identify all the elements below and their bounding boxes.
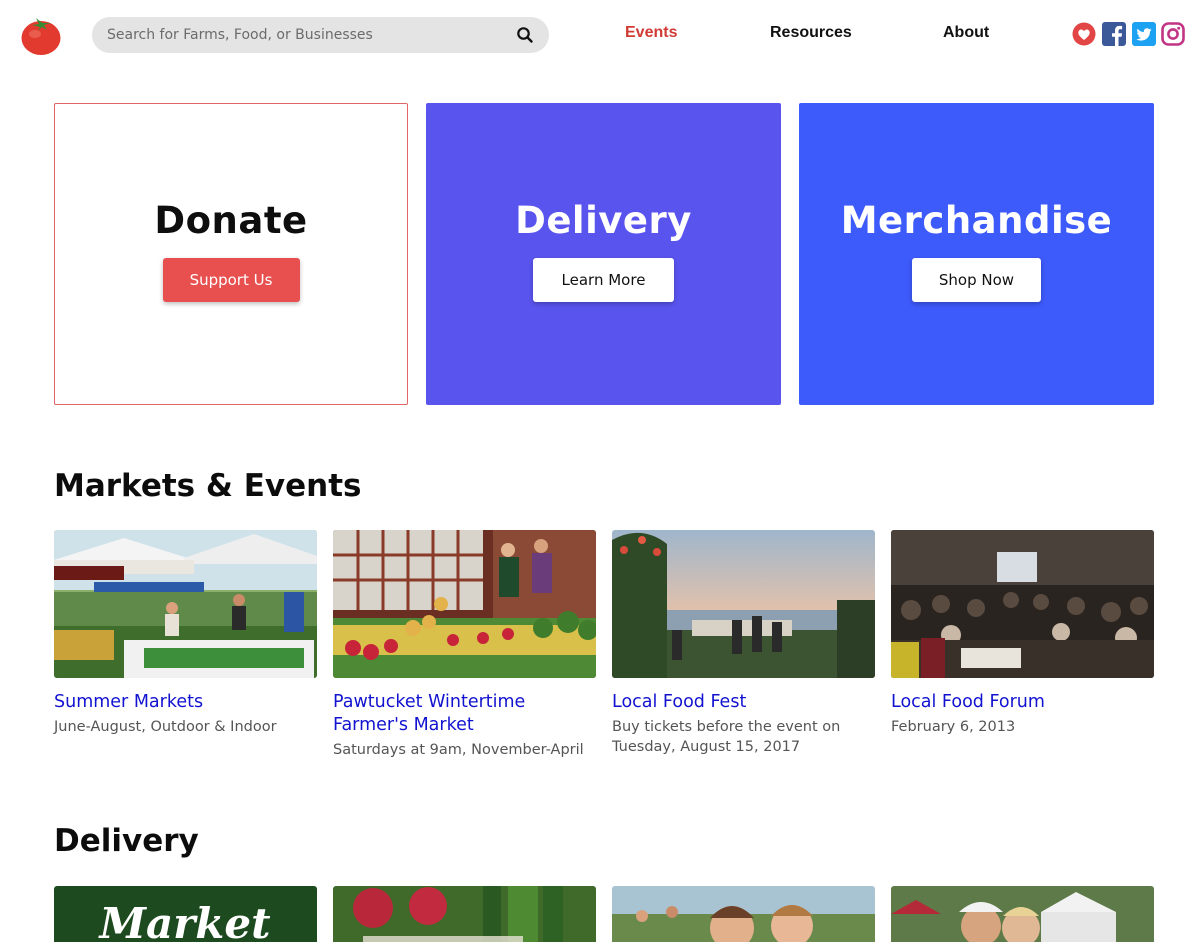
merchandise-title: Merchandise [840,198,1113,242]
event-card-pawtucket: Pawtucket Wintertime Farmer's Market Sat… [333,530,596,760]
delivery-card-market-text: Market [97,899,270,942]
search-bar [92,17,549,53]
summer-markets-link[interactable]: Summer Markets [54,691,317,714]
pawtucket-market-photo[interactable] [333,530,596,678]
support-us-button[interactable]: Support Us [162,257,300,302]
delivery-card-farmers[interactable] [891,886,1154,942]
nav-resources[interactable]: Resources [770,24,852,42]
local-food-forum-photo[interactable] [891,530,1154,678]
learn-more-button[interactable]: Learn More [533,257,674,302]
tomato-logo-graphic [21,18,61,55]
twitter-icon[interactable] [1132,22,1156,46]
local-food-forum-date: February 6, 2013 [891,719,1016,735]
delivery-card-kids[interactable] [612,886,875,942]
donate-title: Donate [154,198,308,242]
markets-events-heading: Markets & Events [54,468,362,504]
local-food-forum-link[interactable]: Local Food Forum [891,691,1154,714]
event-card-local-food-fest: Local Food Fest Buy tickets before the e… [612,530,875,757]
search-icon[interactable] [516,26,534,44]
event-card-local-food-forum: Local Food Forum February 6, 2013 [891,530,1154,737]
summer-markets-photo[interactable] [54,530,317,678]
nav-about[interactable]: About [943,24,989,42]
instagram-icon[interactable] [1161,22,1185,46]
pawtucket-market-link[interactable]: Pawtucket Wintertime Farmer's Market [333,691,596,737]
heart-icon[interactable] [1072,22,1096,46]
tomato-logo[interactable] [20,16,62,56]
local-food-fest-photo[interactable] [612,530,875,678]
event-card-summer-markets: Summer Markets June-August, Outdoor & In… [54,530,317,737]
pawtucket-market-date: Saturdays at 9am, November-April [333,742,584,758]
delivery-card-market[interactable]: Market [54,886,317,942]
delivery-heading: Delivery [54,823,199,859]
nav-events[interactable]: Events [625,24,677,42]
site-header: Events Resources About [0,0,1204,72]
merchandise-tile: Merchandise Shop Now [799,103,1154,405]
donate-tile: Donate Support Us [54,103,408,405]
local-food-fest-date: Buy tickets before the event on Tuesday,… [612,719,841,755]
delivery-title: Delivery [515,198,692,242]
delivery-tile: Delivery Learn More [426,103,781,405]
facebook-icon[interactable] [1102,22,1126,46]
shop-now-button[interactable]: Shop Now [912,257,1041,302]
summer-markets-date: June-August, Outdoor & Indoor [54,719,277,735]
local-food-fest-link[interactable]: Local Food Fest [612,691,875,714]
search-input[interactable] [107,17,507,53]
delivery-card-vegetables[interactable] [333,886,596,942]
